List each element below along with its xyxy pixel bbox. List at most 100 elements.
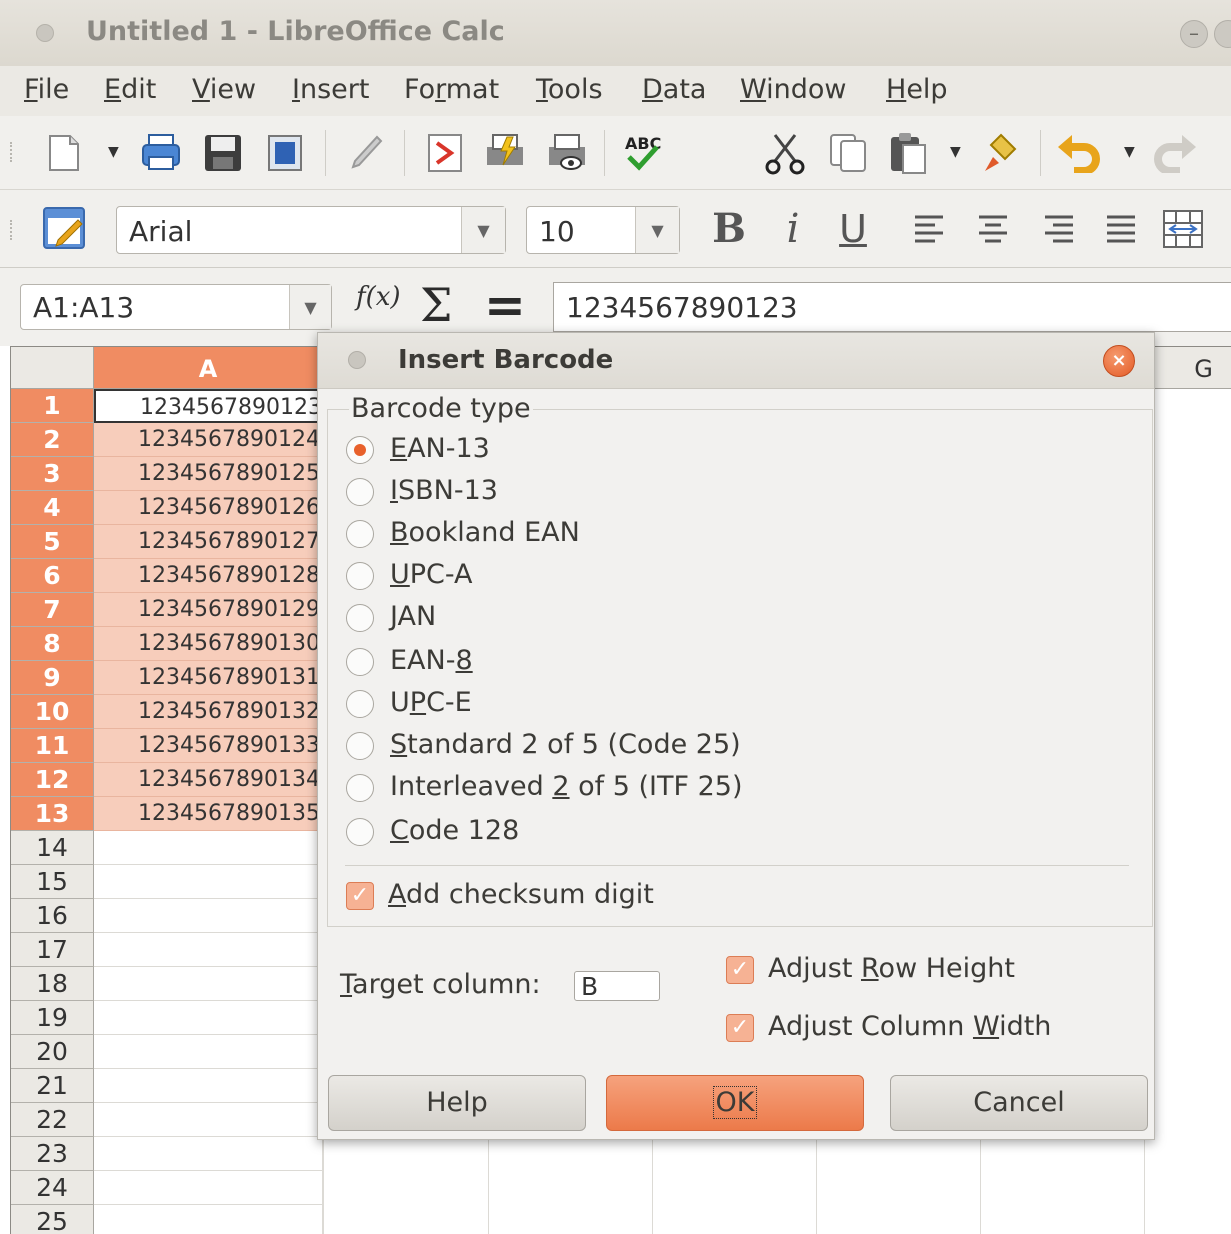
cell-a21[interactable] — [94, 1069, 323, 1103]
row-header-11[interactable]: 11 — [11, 729, 94, 763]
cell-a18[interactable] — [94, 967, 323, 1001]
row-header-3[interactable]: 3 — [11, 457, 94, 491]
row-header-12[interactable]: 12 — [11, 763, 94, 797]
save-icon[interactable] — [200, 130, 246, 176]
row-header-14[interactable]: 14 — [11, 831, 94, 865]
paste-icon[interactable] — [886, 130, 932, 176]
row-header-13[interactable]: 13 — [11, 797, 94, 831]
menu-window[interactable]: Window — [740, 74, 846, 105]
row-header-5[interactable]: 5 — [11, 525, 94, 559]
cell-a14[interactable] — [94, 831, 323, 865]
spellcheck-icon[interactable]: ABC — [620, 130, 666, 176]
new-document-icon[interactable] — [40, 130, 86, 176]
print-icon[interactable] — [138, 130, 184, 176]
minimize-button[interactable]: – — [1180, 20, 1208, 48]
cell-a23[interactable] — [94, 1137, 323, 1171]
underline-icon[interactable]: U — [830, 206, 876, 252]
align-left-icon[interactable] — [906, 206, 952, 252]
row-header-1[interactable]: 1 — [11, 389, 94, 423]
bold-icon[interactable]: B — [706, 206, 752, 252]
justify-icon[interactable] — [1098, 206, 1144, 252]
cell-a6[interactable]: 1234567890128 — [94, 559, 323, 593]
cell-a16[interactable] — [94, 899, 323, 933]
row-header-8[interactable]: 8 — [11, 627, 94, 661]
select-all-corner[interactable] — [11, 347, 94, 389]
cell-a17[interactable] — [94, 933, 323, 967]
merge-cells-icon[interactable] — [1160, 206, 1206, 252]
name-box[interactable]: A1:A13 ▼ — [20, 284, 332, 330]
row-header-2[interactable]: 2 — [11, 423, 94, 457]
row-header-25[interactable]: 25 — [11, 1205, 94, 1234]
styles-formatting-icon[interactable] — [42, 206, 88, 252]
formula-input[interactable]: 1234567890123 — [553, 282, 1231, 332]
dialog-menu-icon[interactable] — [348, 351, 366, 369]
cut-icon[interactable] — [762, 130, 808, 176]
name-box-dropdown-icon[interactable]: ▼ — [289, 285, 331, 329]
cell-a11[interactable]: 1234567890133 — [94, 729, 323, 763]
column-header-a[interactable]: A — [94, 347, 323, 389]
cell-a20[interactable] — [94, 1035, 323, 1069]
align-center-icon[interactable] — [970, 206, 1016, 252]
cell-a4[interactable]: 1234567890126 — [94, 491, 323, 525]
italic-icon[interactable]: i — [770, 206, 816, 252]
menu-file[interactable]: File — [24, 74, 69, 105]
export-directly-icon[interactable] — [262, 130, 308, 176]
font-size-combo[interactable]: 10 ▼ — [526, 206, 680, 254]
window-menu-icon[interactable] — [36, 24, 54, 42]
align-right-icon[interactable] — [1036, 206, 1082, 252]
cell-a19[interactable] — [94, 1001, 323, 1035]
toolbar-grip[interactable] — [10, 142, 16, 162]
row-header-6[interactable]: 6 — [11, 559, 94, 593]
help-button[interactable]: Help — [328, 1075, 586, 1131]
row-header-24[interactable]: 24 — [11, 1171, 94, 1205]
undo-dropdown-arrow[interactable]: ▼ — [1124, 144, 1135, 160]
row-header-18[interactable]: 18 — [11, 967, 94, 1001]
row-header-22[interactable]: 22 — [11, 1103, 94, 1137]
row-header-20[interactable]: 20 — [11, 1035, 94, 1069]
cell-a10[interactable]: 1234567890132 — [94, 695, 323, 729]
redo-icon[interactable] — [1152, 130, 1198, 176]
row-header-21[interactable]: 21 — [11, 1069, 94, 1103]
menu-edit[interactable]: Edit — [104, 74, 156, 105]
function-wizard-icon[interactable]: f(x) — [356, 282, 401, 312]
cell-a24[interactable] — [94, 1171, 323, 1205]
paste-dropdown-arrow[interactable]: ▼ — [950, 144, 961, 160]
new-dropdown-arrow[interactable]: ▼ — [108, 144, 119, 160]
cell-a12[interactable]: 1234567890134 — [94, 763, 323, 797]
column-header-g[interactable]: G — [1144, 347, 1231, 389]
cell-a25[interactable] — [94, 1205, 323, 1234]
cancel-button[interactable]: Cancel — [890, 1075, 1148, 1131]
cell-a7[interactable]: 1234567890129 — [94, 593, 323, 627]
cell-a5[interactable]: 1234567890127 — [94, 525, 323, 559]
copy-icon[interactable] — [826, 130, 872, 176]
print-preview-icon[interactable] — [544, 130, 590, 176]
menu-tools[interactable]: Tools — [536, 74, 603, 105]
print-directly-icon[interactable] — [482, 130, 528, 176]
cell-a22[interactable] — [94, 1103, 323, 1137]
maximize-button[interactable] — [1214, 20, 1231, 48]
target-column-input[interactable]: B — [574, 971, 660, 1001]
row-header-7[interactable]: 7 — [11, 593, 94, 627]
font-name-dropdown-icon[interactable]: ▼ — [461, 207, 505, 253]
function-icon[interactable]: = — [484, 276, 526, 334]
menu-view[interactable]: View — [192, 74, 256, 105]
row-header-16[interactable]: 16 — [11, 899, 94, 933]
edit-file-icon[interactable] — [344, 130, 390, 176]
row-header-9[interactable]: 9 — [11, 661, 94, 695]
toolbar-grip[interactable] — [10, 220, 16, 240]
font-name-combo[interactable]: Arial ▼ — [116, 206, 506, 254]
row-header-23[interactable]: 23 — [11, 1137, 94, 1171]
menu-help[interactable]: Help — [886, 74, 948, 105]
row-header-19[interactable]: 19 — [11, 1001, 94, 1035]
cell-a8[interactable]: 1234567890130 — [94, 627, 323, 661]
row-header-10[interactable]: 10 — [11, 695, 94, 729]
cell-a13[interactable]: 1234567890135 — [94, 797, 323, 831]
ok-button[interactable]: OK — [606, 1075, 864, 1131]
clone-formatting-icon[interactable] — [980, 130, 1026, 176]
cell-a9[interactable]: 1234567890131 — [94, 661, 323, 695]
sum-icon[interactable]: Σ — [420, 278, 453, 332]
cell-a2[interactable]: 1234567890124 — [94, 423, 323, 457]
menu-format[interactable]: Format — [404, 74, 499, 105]
font-size-dropdown-icon[interactable]: ▼ — [635, 207, 679, 253]
row-header-4[interactable]: 4 — [11, 491, 94, 525]
